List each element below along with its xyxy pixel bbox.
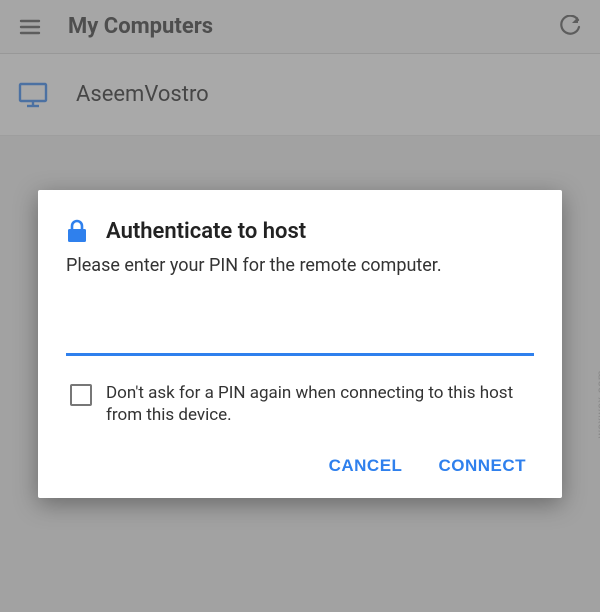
remember-label: Don't ask for a PIN again when connectin…: [106, 382, 534, 426]
remember-row[interactable]: Don't ask for a PIN again when connectin…: [66, 382, 534, 426]
dialog-title: Authenticate to host: [106, 219, 306, 244]
cancel-button[interactable]: CANCEL: [329, 456, 403, 476]
auth-dialog: Authenticate to host Please enter your P…: [38, 190, 562, 498]
connect-button[interactable]: CONNECT: [438, 456, 526, 476]
watermark: wsxwsx.com: [594, 370, 600, 438]
dialog-actions: CANCEL CONNECT: [66, 456, 534, 482]
lock-icon: [66, 218, 92, 244]
dialog-message: Please enter your PIN for the remote com…: [66, 254, 534, 278]
app-screen: My Computers AseemVostro: [0, 0, 600, 612]
dialog-header: Authenticate to host: [66, 218, 534, 244]
pin-input[interactable]: [66, 308, 534, 356]
remember-checkbox[interactable]: [70, 384, 92, 406]
